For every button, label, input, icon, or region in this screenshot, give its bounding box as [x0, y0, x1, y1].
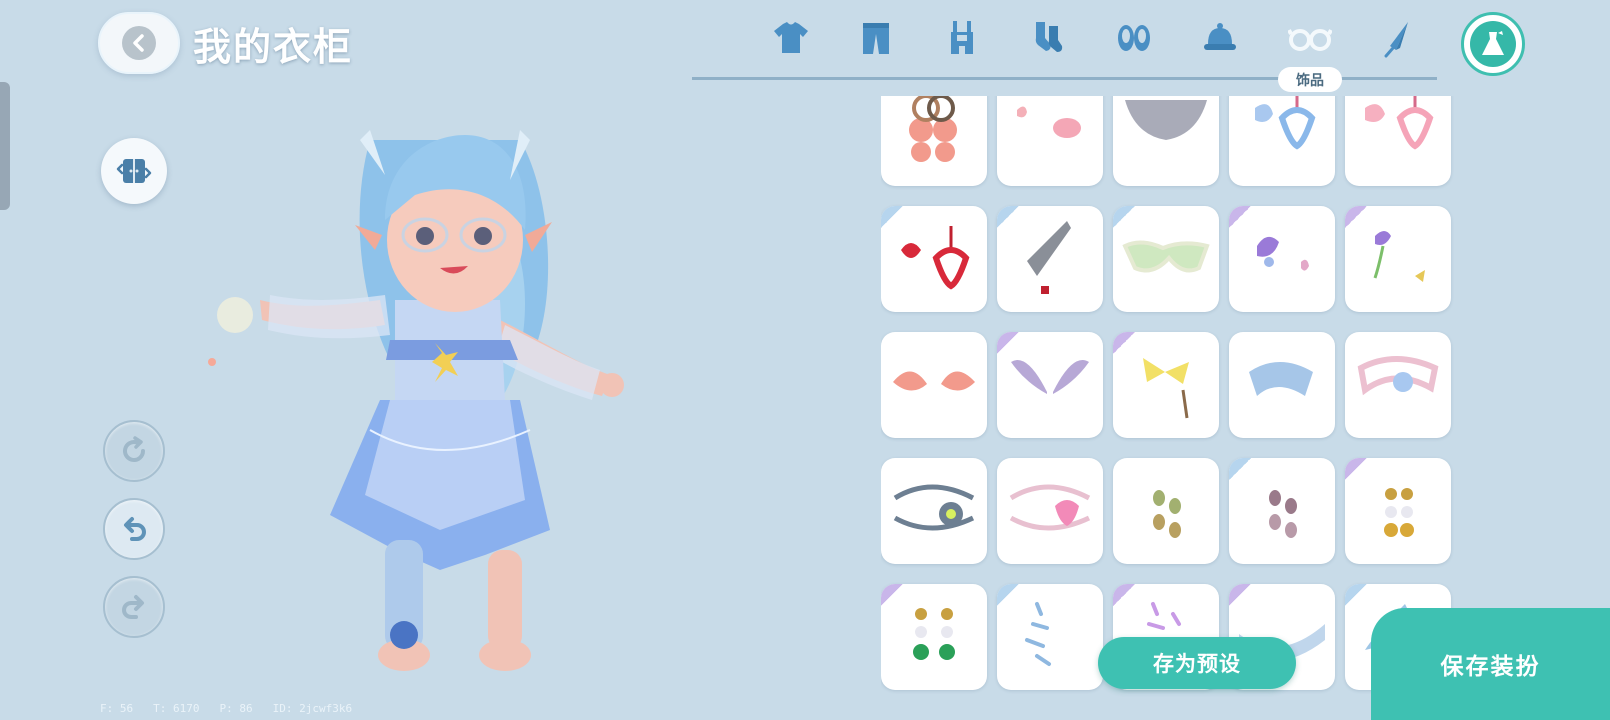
overalls-icon: [951, 21, 973, 54]
hat-icon: [1204, 23, 1236, 50]
item-card-earring-hoops-flower[interactable]: [881, 96, 987, 186]
tab-socks[interactable]: [1022, 12, 1074, 64]
heart-cookie-hairpin-icon: [1017, 106, 1081, 138]
item-tag: [881, 206, 903, 228]
item-tag: [1113, 206, 1135, 228]
item-card-blue-sparkle-trail[interactable]: [997, 584, 1103, 690]
item-card-grey-mask[interactable]: [1113, 96, 1219, 186]
item-tag: [997, 206, 1019, 228]
tab-hat[interactable]: [1194, 12, 1246, 64]
pink-eyepatch-icon: [1009, 484, 1091, 531]
green-bead-earring-icon: [1153, 490, 1181, 538]
item-tag: [997, 332, 1019, 354]
item-card-yellow-bow-chain[interactable]: [1113, 332, 1219, 438]
rotate-button[interactable]: [103, 420, 165, 482]
item-card-blue-heart-earring[interactable]: [1229, 96, 1335, 186]
item-card-green-sunglasses[interactable]: [1113, 206, 1219, 312]
item-card-grey-eyepatch[interactable]: [881, 458, 987, 564]
item-card-green-bead-earring[interactable]: [1113, 458, 1219, 564]
item-tag: [1113, 584, 1135, 606]
stat-t: T: 6170: [153, 702, 200, 715]
tab-shoes[interactable]: [1108, 12, 1160, 64]
earring-hoops-flower-icon: [909, 96, 957, 162]
item-tag: [1113, 332, 1135, 354]
save-outfit-button[interactable]: 保存装扮: [1371, 608, 1610, 720]
active-category-label: 饰品: [1278, 67, 1342, 92]
grey-mask-icon: [1125, 100, 1207, 140]
item-card-elf-ears[interactable]: [881, 332, 987, 438]
glasses-icon: [1288, 29, 1332, 51]
back-button[interactable]: [98, 12, 180, 74]
redo-button[interactable]: [103, 576, 165, 638]
blue-heart-earring-icon: [1255, 96, 1316, 150]
item-card-pink-heart-earring[interactable]: [1345, 96, 1451, 186]
pants-icon: [863, 23, 889, 54]
wardrobe-swap-icon: [116, 159, 152, 183]
socks-icon: [1035, 22, 1063, 52]
edge-drawer-handle[interactable]: [0, 82, 10, 210]
item-tag: [881, 584, 903, 606]
pink-heart-earring-icon: [1365, 96, 1434, 150]
redo-icon: [122, 595, 144, 619]
item-tag: [1345, 458, 1367, 480]
tab-pants[interactable]: [850, 12, 902, 64]
item-card-red-heart-earring[interactable]: [881, 206, 987, 312]
item-tag: [1345, 206, 1367, 228]
dress-icon: [1470, 21, 1516, 67]
undo-button[interactable]: [103, 498, 165, 560]
page-title: 我的衣柜: [193, 25, 354, 69]
tab-overalls[interactable]: [936, 12, 988, 64]
item-card-gold-bead-earring[interactable]: [1345, 458, 1451, 564]
avatar-preview[interactable]: [200, 100, 700, 700]
item-tag: [1345, 584, 1367, 606]
blue-ribbon-icon: [1249, 362, 1313, 396]
tab-shirt[interactable]: [765, 12, 817, 64]
item-card-angel-wings[interactable]: [997, 332, 1103, 438]
stat-id: ID: 2jcwf3k6: [272, 702, 353, 715]
item-tag: [997, 584, 1019, 606]
stat-p: P: 86: [219, 702, 253, 715]
item-tag: [1229, 458, 1251, 480]
wardrobe-swap-button[interactable]: [101, 138, 167, 204]
debug-stats: F: 56 T: 6170 P: 86 ID: 2jcwf3k6: [100, 702, 352, 715]
item-tag: [1229, 584, 1251, 606]
tab-glasses[interactable]: [1284, 12, 1336, 64]
item-card-blue-ribbon[interactable]: [1229, 332, 1335, 438]
shoes-icon: [1118, 25, 1150, 51]
elf-ears-icon: [893, 371, 975, 391]
rotate-icon: [123, 436, 145, 462]
tab-umbrella[interactable]: [1372, 12, 1424, 64]
item-card-pink-eyepatch[interactable]: [997, 458, 1103, 564]
shirt-icon: [774, 22, 808, 53]
item-card-purple-bead-earring[interactable]: [1229, 458, 1335, 564]
umbrella-icon: [1384, 22, 1408, 58]
item-card-heart-cookie-hairpin[interactable]: [997, 96, 1103, 186]
item-card-flower-bow-pin[interactable]: [1345, 206, 1451, 312]
undo-icon: [124, 517, 146, 541]
tab-accessories[interactable]: [1461, 12, 1525, 76]
item-card-feather-quill[interactable]: [997, 206, 1103, 312]
item-card-purple-flower-pin[interactable]: [1229, 206, 1335, 312]
chevron-left-icon: [122, 26, 156, 60]
stat-f: F: 56: [100, 702, 134, 715]
item-card-green-pearl-earring[interactable]: [881, 584, 987, 690]
item-card-pink-heart-ribbon[interactable]: [1345, 332, 1451, 438]
pink-heart-ribbon-icon: [1357, 356, 1439, 396]
item-tag: [1229, 206, 1251, 228]
grey-eyepatch-icon: [893, 484, 975, 531]
save-preset-button[interactable]: 存为预设: [1098, 637, 1296, 689]
